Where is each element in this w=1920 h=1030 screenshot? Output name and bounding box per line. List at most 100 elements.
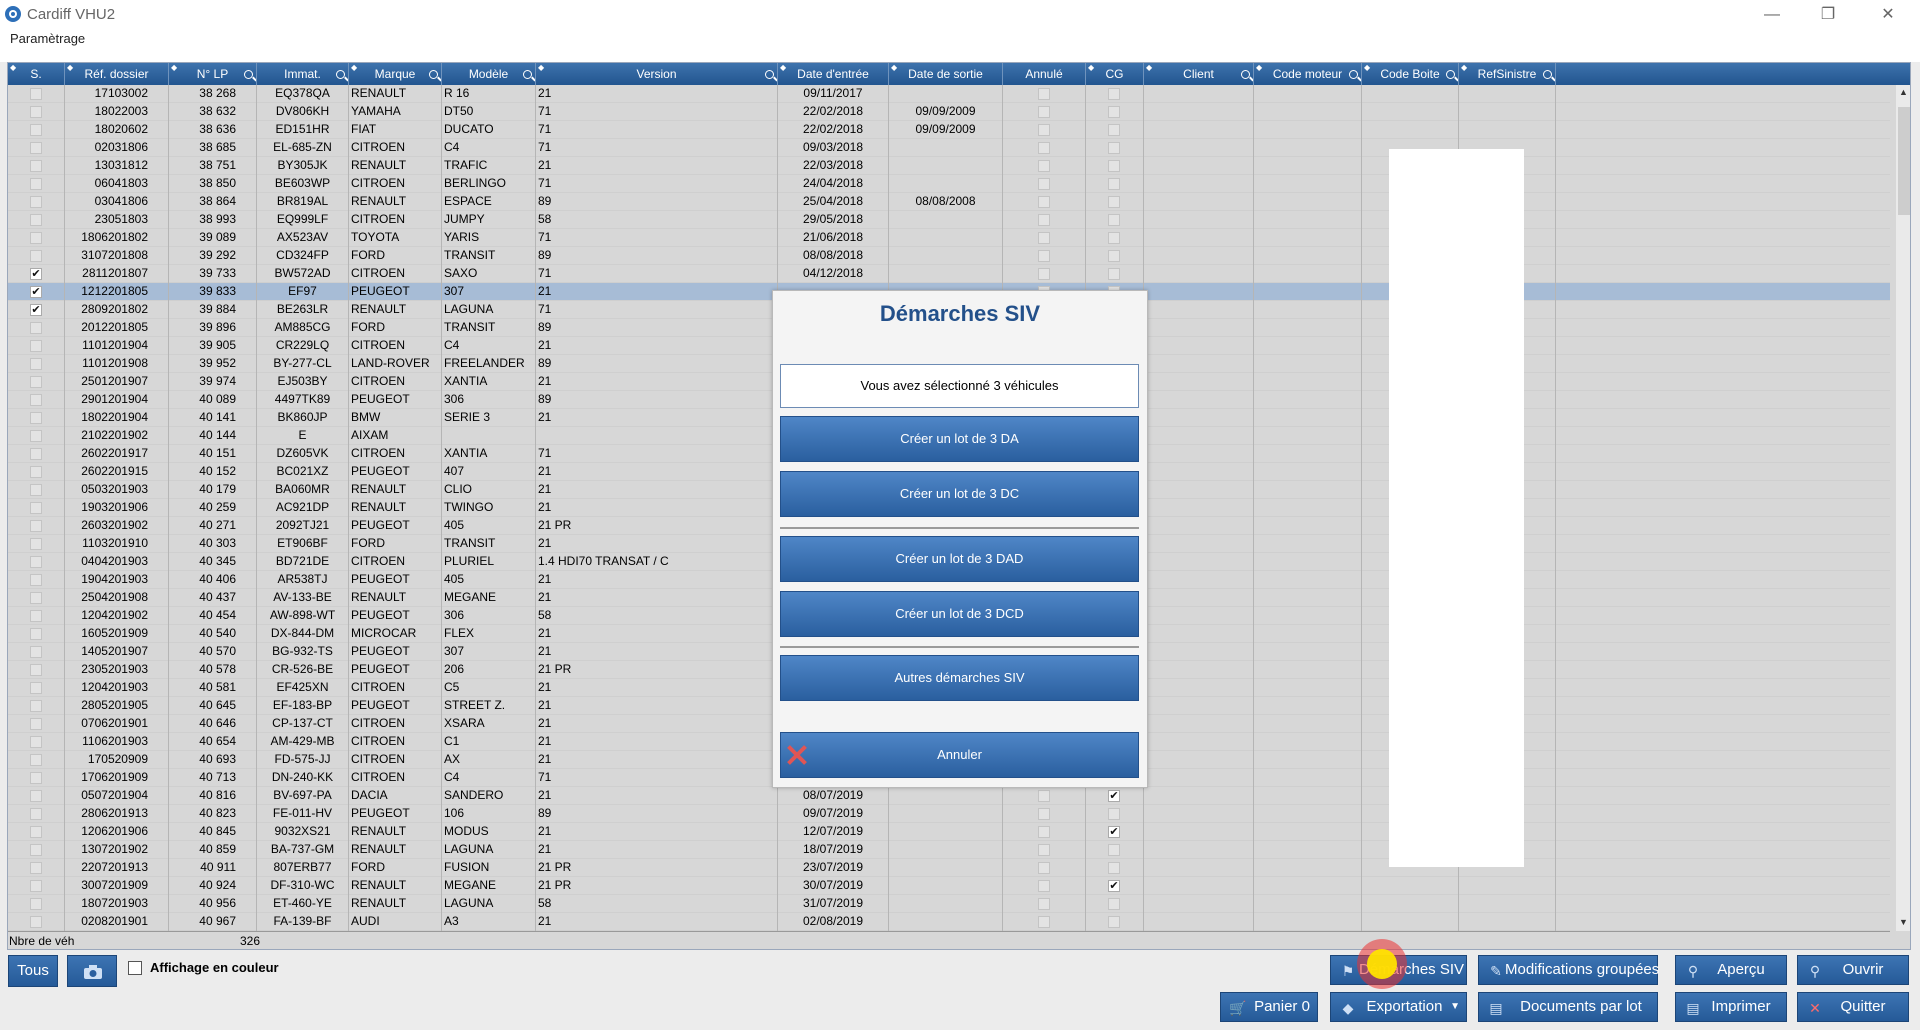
row-checkbox[interactable] (30, 250, 42, 262)
table-row[interactable]: 1807201903 40 956 ET-460-YE RENAULT LAGUNA 58… (8, 895, 1890, 913)
row-checkbox[interactable] (1038, 880, 1050, 892)
sort-icon[interactable]: ◆ (1256, 64, 1262, 72)
row-checkbox[interactable] (1108, 178, 1120, 190)
table-row[interactable]: 03041806 38 864 BR819AL RENAULT ESPACE 89 25/0… (8, 193, 1890, 211)
column-header-7[interactable]: Version ◆ (536, 63, 778, 85)
checkbox-cell-annule[interactable] (1003, 103, 1086, 121)
row-checkbox[interactable] (30, 700, 42, 712)
checkbox-cell-cg[interactable] (1086, 157, 1144, 175)
checkbox-cell-s[interactable] (8, 697, 65, 715)
row-checkbox[interactable] (30, 466, 42, 478)
sort-icon[interactable]: ◆ (1146, 64, 1152, 72)
table-row[interactable]: 1307201902 40 859 BA-737-GM RENAULT LAGUNA 21… (8, 841, 1890, 859)
column-header-14[interactable]: Code Boite ◆ (1362, 63, 1459, 85)
checkbox-cell-cg[interactable] (1086, 121, 1144, 139)
tous-button[interactable]: Tous (8, 955, 58, 987)
row-checkbox[interactable] (30, 808, 42, 820)
row-checkbox[interactable] (30, 178, 42, 190)
scrollbar-thumb[interactable] (1898, 107, 1910, 215)
row-checkbox[interactable]: ✔ (30, 268, 42, 280)
checkbox-cell-s[interactable] (8, 535, 65, 553)
checkbox-cell-s[interactable] (8, 175, 65, 193)
row-checkbox[interactable] (30, 718, 42, 730)
row-checkbox[interactable] (30, 448, 42, 460)
table-row[interactable]: 2207201913 40 911 807ERB77 FORD FUSION 21 PR 2… (8, 859, 1890, 877)
row-checkbox[interactable] (1108, 268, 1120, 280)
checkbox-cell-annule[interactable] (1003, 265, 1086, 283)
checkbox-cell-cg[interactable] (1086, 841, 1144, 859)
row-checkbox[interactable] (30, 124, 42, 136)
camera-button[interactable] (67, 955, 117, 987)
row-checkbox[interactable] (30, 340, 42, 352)
row-checkbox[interactable] (1108, 142, 1120, 154)
row-checkbox[interactable] (30, 592, 42, 604)
checkbox-cell-s[interactable] (8, 823, 65, 841)
row-checkbox[interactable] (30, 916, 42, 928)
restore-button[interactable]: ❐ (1805, 2, 1851, 28)
checkbox-cell-annule[interactable] (1003, 193, 1086, 211)
row-checkbox[interactable] (30, 520, 42, 532)
row-checkbox[interactable] (30, 412, 42, 424)
checkbox-cell-s[interactable] (8, 877, 65, 895)
checkbox-cell-s[interactable]: ✔ (8, 265, 65, 283)
sort-icon[interactable]: ◆ (171, 64, 177, 72)
checkbox-cell-s[interactable] (8, 895, 65, 913)
checkbox-cell-cg[interactable] (1086, 805, 1144, 823)
row-checkbox[interactable]: ✔ (30, 304, 42, 316)
filter-search-icon[interactable] (429, 70, 438, 79)
row-checkbox[interactable] (30, 484, 42, 496)
table-row[interactable]: 0208201901 40 967 FA-139-BF AUDI A3 21 02/08/2… (8, 913, 1890, 931)
row-checkbox[interactable] (1108, 232, 1120, 244)
checkbox-cell-s[interactable] (8, 607, 65, 625)
filter-search-icon[interactable] (1349, 70, 1358, 79)
table-row[interactable]: 17103002 38 268 EQ378QA RENAULT R 16 21 09/11/… (8, 85, 1890, 103)
sort-icon[interactable]: ◆ (67, 64, 73, 72)
panier-button[interactable]: 🛒 Panier 0 (1220, 992, 1318, 1022)
checkbox-cell-s[interactable] (8, 121, 65, 139)
scroll-down-icon[interactable]: ▼ (1899, 917, 1908, 927)
checkbox-cell-annule[interactable] (1003, 211, 1086, 229)
create-da-lot-button[interactable]: Créer un lot de 3 DA (780, 416, 1139, 462)
row-checkbox[interactable] (1108, 250, 1120, 262)
row-checkbox[interactable] (30, 358, 42, 370)
table-row[interactable]: 02031806 38 685 EL-685-ZN CITROEN C4 71 09/03/… (8, 139, 1890, 157)
checkbox-cell-annule[interactable] (1003, 895, 1086, 913)
checkbox-cell-cg[interactable] (1086, 895, 1144, 913)
checkbox-cell-s[interactable] (8, 229, 65, 247)
checkbox-cell-s[interactable] (8, 157, 65, 175)
table-row[interactable]: 3007201909 40 924 DF-310-WC RENAULT MEGANE 21… (8, 877, 1890, 895)
imprimer-button[interactable]: ▤ Imprimer (1675, 992, 1787, 1022)
checkbox-cell-annule[interactable] (1003, 157, 1086, 175)
checkbox-cell-s[interactable] (8, 679, 65, 697)
row-checkbox[interactable]: ✔ (1108, 880, 1120, 892)
row-checkbox[interactable] (1108, 898, 1120, 910)
row-checkbox[interactable] (1038, 916, 1050, 928)
row-checkbox[interactable] (1108, 844, 1120, 856)
create-dc-lot-button[interactable]: Créer un lot de 3 DC (780, 471, 1139, 517)
filter-search-icon[interactable] (1446, 70, 1455, 79)
column-header-3[interactable]: N° LP ◆ (169, 63, 257, 85)
row-checkbox[interactable] (1108, 160, 1120, 172)
checkbox-cell-s[interactable] (8, 571, 65, 589)
row-checkbox[interactable] (1108, 88, 1120, 100)
scroll-up-icon[interactable]: ▲ (1899, 87, 1908, 97)
checkbox-cell-s[interactable] (8, 373, 65, 391)
column-header-4[interactable]: Immat. (257, 63, 349, 85)
checkbox-cell-annule[interactable] (1003, 121, 1086, 139)
sort-icon[interactable]: ◆ (351, 64, 357, 72)
row-checkbox[interactable] (30, 430, 42, 442)
checkbox-cell-s[interactable] (8, 391, 65, 409)
checkbox-cell-annule[interactable] (1003, 877, 1086, 895)
sort-icon[interactable]: ◆ (1364, 64, 1370, 72)
column-header-11[interactable]: CG ◆ (1086, 63, 1144, 85)
row-checkbox[interactable] (30, 610, 42, 622)
checkbox-cell-cg[interactable] (1086, 139, 1144, 157)
checkbox-cell-s[interactable] (8, 553, 65, 571)
row-checkbox[interactable]: ✔ (1108, 790, 1120, 802)
checkbox-cell-s[interactable] (8, 103, 65, 121)
checkbox-cell-s[interactable] (8, 715, 65, 733)
checkbox-cell-annule[interactable] (1003, 787, 1086, 805)
checkbox-cell-s[interactable] (8, 751, 65, 769)
checkbox-cell-s[interactable] (8, 625, 65, 643)
create-dad-lot-button[interactable]: Créer un lot de 3 DAD (780, 536, 1139, 582)
